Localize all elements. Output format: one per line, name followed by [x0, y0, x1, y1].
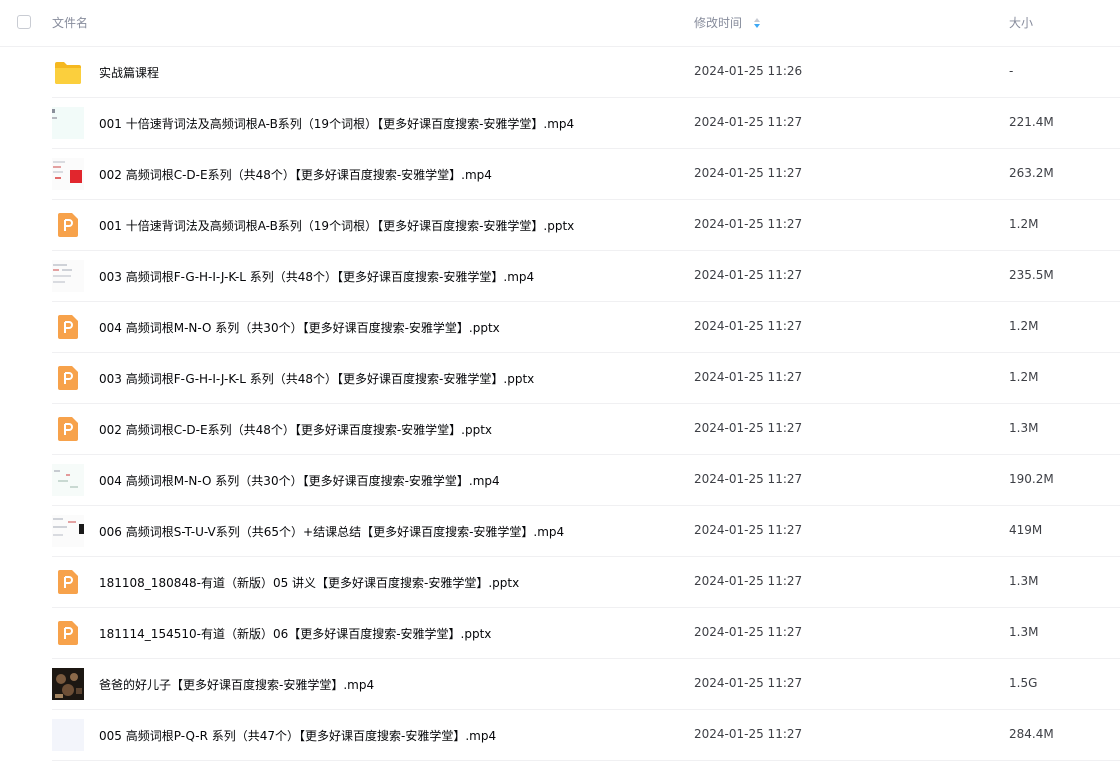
file-name[interactable]: 181114_154510-有道（新版）06【更多好课百度搜索-安雅学堂】.pp… [99, 625, 491, 642]
file-modified: 2024-01-25 11:27 [694, 370, 803, 384]
pptx-icon [58, 570, 78, 594]
table-row[interactable]: 003 高频词根F-G-H-I-J-K-L 系列（共48个）【更多好课百度搜索-… [52, 353, 1120, 404]
file-name[interactable]: 001 十倍速背词法及高频词根A-B系列（19个词根）【更多好课百度搜索-安雅学… [99, 115, 574, 132]
file-size: 1.2M [1009, 370, 1039, 384]
column-header-modified[interactable]: 修改时间 [694, 14, 762, 31]
file-modified: 2024-01-25 11:27 [694, 625, 803, 639]
file-list: 实战篇课程 2024-01-25 11:26 - 001 十倍速背词法及高频词根… [0, 47, 1120, 761]
table-row[interactable]: 004 高频词根M-N-O 系列（共30个）【更多好课百度搜索-安雅学堂】.pp… [52, 302, 1120, 353]
file-size: 263.2M [1009, 166, 1054, 180]
table-row[interactable]: 181108_180848-有道（新版）05 讲义【更多好课百度搜索-安雅学堂】… [52, 557, 1120, 608]
file-size: 1.3M [1009, 421, 1039, 435]
file-name[interactable]: 004 高频词根M-N-O 系列（共30个）【更多好课百度搜索-安雅学堂】.pp… [99, 319, 500, 336]
table-row[interactable]: 003 高频词根F-G-H-I-J-K-L 系列（共48个）【更多好课百度搜索-… [52, 251, 1120, 302]
pptx-icon [58, 621, 78, 645]
table-row[interactable]: 004 高频词根M-N-O 系列（共30个）【更多好课百度搜索-安雅学堂】.mp… [52, 455, 1120, 506]
table-row[interactable]: 爸爸的好儿子【更多好课百度搜索-安雅学堂】.mp4 2024-01-25 11:… [52, 659, 1120, 710]
sort-icon[interactable] [752, 17, 762, 29]
file-size: 221.4M [1009, 115, 1054, 129]
video-thumbnail [52, 260, 84, 292]
column-header-size[interactable]: 大小 [1009, 14, 1033, 31]
file-size: 1.3M [1009, 625, 1039, 639]
file-modified: 2024-01-25 11:27 [694, 574, 803, 588]
file-modified: 2024-01-25 11:27 [694, 421, 803, 435]
file-modified: 2024-01-25 11:27 [694, 166, 803, 180]
video-thumbnail [52, 668, 84, 700]
table-row[interactable]: 006 高频词根S-T-U-V系列（共65个）+结课总结【更多好课百度搜索-安雅… [52, 506, 1120, 557]
list-header: 文件名 修改时间 大小 [0, 0, 1120, 47]
file-size: - [1009, 64, 1014, 78]
file-list-view: 文件名 修改时间 大小 实战篇课程 2024-01-25 11:26 - 001… [0, 0, 1120, 761]
file-size: 1.2M [1009, 319, 1039, 333]
file-modified: 2024-01-25 11:27 [694, 472, 803, 486]
file-name[interactable]: 006 高频词根S-T-U-V系列（共65个）+结课总结【更多好课百度搜索-安雅… [99, 523, 564, 540]
file-size: 284.4M [1009, 727, 1054, 741]
pptx-icon [58, 315, 78, 339]
file-size: 1.2M [1009, 217, 1039, 231]
file-name[interactable]: 002 高频词根C-D-E系列（共48个）【更多好课百度搜索-安雅学堂】.ppt… [99, 421, 492, 438]
file-name[interactable]: 爸爸的好儿子【更多好课百度搜索-安雅学堂】.mp4 [99, 676, 374, 693]
file-size: 1.3M [1009, 574, 1039, 588]
file-name[interactable]: 004 高频词根M-N-O 系列（共30个）【更多好课百度搜索-安雅学堂】.mp… [99, 472, 500, 489]
file-modified: 2024-01-25 11:27 [694, 727, 803, 741]
pptx-icon [58, 213, 78, 237]
video-thumbnail [52, 464, 84, 496]
file-name[interactable]: 001 十倍速背词法及高频词根A-B系列（19个词根）【更多好课百度搜索-安雅学… [99, 217, 574, 234]
video-thumbnail [52, 107, 84, 139]
file-name[interactable]: 002 高频词根C-D-E系列（共48个）【更多好课百度搜索-安雅学堂】.mp4 [99, 166, 492, 183]
table-row[interactable]: 001 十倍速背词法及高频词根A-B系列（19个词根）【更多好课百度搜索-安雅学… [52, 200, 1120, 251]
table-row[interactable]: 001 十倍速背词法及高频词根A-B系列（19个词根）【更多好课百度搜索-安雅学… [52, 98, 1120, 149]
file-modified: 2024-01-25 11:27 [694, 115, 803, 129]
file-name[interactable]: 181108_180848-有道（新版）05 讲义【更多好课百度搜索-安雅学堂】… [99, 574, 519, 591]
pptx-icon [58, 366, 78, 390]
file-size: 235.5M [1009, 268, 1054, 282]
file-name[interactable]: 003 高频词根F-G-H-I-J-K-L 系列（共48个）【更多好课百度搜索-… [99, 268, 534, 285]
file-size: 190.2M [1009, 472, 1054, 486]
file-modified: 2024-01-25 11:27 [694, 268, 803, 282]
table-row[interactable]: 002 高频词根C-D-E系列（共48个）【更多好课百度搜索-安雅学堂】.ppt… [52, 404, 1120, 455]
table-row[interactable]: 002 高频词根C-D-E系列（共48个）【更多好课百度搜索-安雅学堂】.mp4… [52, 149, 1120, 200]
file-modified: 2024-01-25 11:27 [694, 523, 803, 537]
pptx-icon [58, 417, 78, 441]
file-modified: 2024-01-25 11:27 [694, 319, 803, 333]
table-row[interactable]: 005 高频词根P-Q-R 系列（共47个）【更多好课百度搜索-安雅学堂】.mp… [52, 710, 1120, 761]
file-modified: 2024-01-25 11:27 [694, 217, 803, 231]
folder-icon [55, 62, 81, 84]
file-size: 419M [1009, 523, 1043, 537]
video-thumbnail [52, 158, 84, 190]
file-modified: 2024-01-25 11:27 [694, 676, 803, 690]
file-modified: 2024-01-25 11:26 [694, 64, 803, 78]
file-size: 1.5G [1009, 676, 1038, 690]
table-row[interactable]: 181114_154510-有道（新版）06【更多好课百度搜索-安雅学堂】.pp… [52, 608, 1120, 659]
file-name[interactable]: 实战篇课程 [99, 64, 159, 81]
table-row[interactable]: 实战篇课程 2024-01-25 11:26 - [52, 47, 1120, 98]
file-name[interactable]: 005 高频词根P-Q-R 系列（共47个）【更多好课百度搜索-安雅学堂】.mp… [99, 727, 496, 744]
video-thumbnail [52, 719, 84, 751]
video-thumbnail [52, 515, 84, 547]
column-header-name[interactable]: 文件名 [52, 14, 88, 31]
file-name[interactable]: 003 高频词根F-G-H-I-J-K-L 系列（共48个）【更多好课百度搜索-… [99, 370, 534, 387]
column-header-modified-label: 修改时间 [694, 16, 743, 30]
select-all-checkbox[interactable] [17, 15, 31, 29]
